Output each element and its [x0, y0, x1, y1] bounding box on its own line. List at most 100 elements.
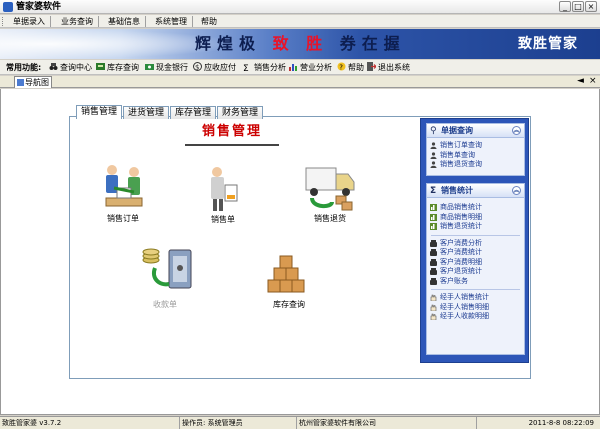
toolbar: 常用功能: 查询中心 库存查询 现金银行 $ 应收应付 Σ 销售分析 营业分析 ? 帮… — [0, 60, 600, 75]
binoculars-icon: ⚲ — [430, 126, 437, 136]
maximize-button[interactable]: □ — [572, 1, 584, 12]
title-underline — [185, 144, 279, 146]
phone-icon — [430, 277, 437, 285]
toolbar-button-label: 退出系统 — [378, 63, 410, 72]
link-sales-return-stats[interactable]: 销售退货统计 — [427, 222, 524, 232]
toolbar-query-center-button[interactable]: 查询中心 — [49, 62, 92, 73]
toolbar-help-button[interactable]: ? 帮助 — [337, 62, 364, 73]
link-sales-order-query[interactable]: 销售订单查询 — [427, 141, 524, 151]
side-panel: ⚲ 单据查询 ︽ 销售订单查询 销售单查询 销售退货查询 Σ 销售统计 ︽ 商品… — [420, 118, 529, 363]
sales-return-button[interactable]: 销售退货 — [300, 162, 360, 224]
cash-icon — [145, 62, 154, 71]
window-title: 管家婆软件 — [16, 2, 62, 12]
sales-order-button[interactable]: 销售订单 — [93, 160, 153, 224]
link-sales-return-query[interactable]: 销售退货查询 — [427, 160, 524, 170]
link-customer-return-stats[interactable]: 客户退货统计 — [427, 267, 524, 277]
chart-icon — [430, 204, 437, 211]
app-icon — [3, 2, 13, 12]
link-handler-sales-stats[interactable]: 经手人销售统计 — [427, 293, 524, 303]
sales-order-icon — [105, 165, 143, 207]
hand-icon — [430, 304, 437, 311]
collapse-icon[interactable]: ︽ — [512, 186, 521, 195]
sigma-icon: Σ — [430, 186, 437, 196]
side-link-label: 客户退货统计 — [440, 267, 482, 275]
phone-icon — [430, 268, 437, 275]
document-query-header[interactable]: ⚲ 单据查询 ︽ — [427, 124, 524, 138]
link-product-sales-detail[interactable]: 商品销售明细 — [427, 213, 524, 223]
banner-slogan: 辉煌极 致 胜 券在握 — [195, 34, 406, 54]
sales-statistics-title: 销售统计 — [441, 186, 473, 195]
status-operator: 操作员: 系统管理员 — [180, 417, 297, 429]
side-link-label: 客户消费统计 — [440, 248, 482, 256]
tab-finance-management[interactable]: 财务管理 — [217, 106, 264, 119]
side-link-label: 销售订单查询 — [440, 141, 482, 149]
stock-query-label: 库存查询 — [273, 300, 305, 309]
divider — [431, 234, 520, 236]
sales-order-label: 销售订单 — [107, 214, 139, 223]
title-bar: 管家婆软件 _ □ × — [0, 0, 600, 14]
menu-help[interactable]: 帮助 — [196, 16, 222, 27]
tab-back-button[interactable]: ◄ — [577, 76, 584, 87]
status-datetime: 2011-8-8 08:22:09 — [528, 419, 594, 427]
minimize-button[interactable]: _ — [559, 1, 571, 12]
slogan-part-3: 券在握 — [339, 34, 406, 53]
toolbar-button-label: 查询中心 — [60, 63, 92, 72]
status-company: 杭州管家婆软件有限公司 — [297, 417, 477, 429]
hand-icon — [430, 294, 437, 301]
toolbar-sales-analysis-button[interactable]: Σ 销售分析 — [243, 62, 286, 74]
menu-document-entry[interactable]: 单据录入 — [8, 16, 51, 27]
receipt-button[interactable]: 收款单 — [133, 246, 197, 310]
toolbar-exit-button[interactable]: 退出系统 — [367, 62, 410, 73]
toolbar-cash-bank-button[interactable]: 现金银行 — [145, 62, 188, 73]
toolbar-button-label: 库存查询 — [107, 63, 139, 72]
tab-navigation-map[interactable]: 导航图 — [14, 76, 52, 88]
panel-title: 销售管理 — [201, 124, 262, 139]
slogan-part-1: 辉煌极 — [195, 34, 262, 53]
link-handler-receipt-detail[interactable]: 经手人收款明细 — [427, 312, 524, 322]
link-customer-account[interactable]: 客户账务 — [427, 277, 524, 287]
sales-slip-label: 销售单 — [211, 215, 235, 224]
document-tab-strip: 导航图 ◄ × — [0, 76, 600, 88]
link-sales-slip-query[interactable]: 销售单查询 — [427, 151, 524, 161]
toolbar-stock-query-button[interactable]: 库存查询 — [96, 62, 139, 73]
collapse-icon[interactable]: ︽ — [512, 126, 521, 135]
menu-system-admin[interactable]: 系统管理 — [150, 16, 193, 27]
stock-query-button[interactable]: 库存查询 — [259, 246, 319, 310]
link-customer-consumption-analysis[interactable]: 客户消费分析 — [427, 239, 524, 249]
menu-grip — [2, 17, 5, 26]
sales-statistics-group: Σ 销售统计 ︽ 商品销售统计 商品销售明细 销售退货统计 客户消费分析 客户消… — [426, 183, 525, 355]
document-query-group: ⚲ 单据查询 ︽ 销售订单查询 销售单查询 销售退货查询 — [426, 123, 525, 176]
side-link-label: 经手人收款明细 — [440, 312, 489, 320]
sales-statistics-header[interactable]: Σ 销售统计 ︽ — [427, 184, 524, 198]
link-customer-consumption-stats[interactable]: 客户消费统计 — [427, 248, 524, 258]
svg-text:$: $ — [195, 64, 199, 72]
sales-slip-button[interactable]: 销售单 — [198, 165, 248, 225]
sales-slip-icon — [211, 167, 238, 211]
toolbar-receivable-payable-button[interactable]: $ 应收应付 — [193, 62, 236, 73]
tab-close-button[interactable]: × — [589, 76, 597, 87]
link-product-sales-stats[interactable]: 商品销售统计 — [427, 203, 524, 213]
chart-icon — [430, 223, 437, 230]
side-link-label: 商品销售明细 — [440, 212, 482, 221]
toolbar-button-label: 现金银行 — [156, 63, 188, 72]
tab-purchase-management[interactable]: 进货管理 — [123, 106, 170, 119]
link-customer-consumption-detail[interactable]: 客户消费明细 — [427, 258, 524, 268]
side-link-label: 经手人销售统计 — [440, 293, 489, 301]
tab-inventory-management[interactable]: 库存管理 — [170, 106, 217, 119]
menu-business-query[interactable]: 业务查询 — [56, 16, 99, 27]
person-icon — [430, 161, 437, 168]
sales-return-label: 销售退货 — [314, 214, 346, 223]
receipt-icon — [142, 248, 192, 289]
tab-label: 导航图 — [25, 78, 49, 87]
toolbar-business-analysis-button[interactable]: 营业分析 — [289, 62, 332, 73]
side-link-label: 商品销售统计 — [440, 203, 482, 211]
navigation-icon — [17, 79, 24, 86]
menu-basic-info[interactable]: 基础信息 — [103, 16, 146, 27]
phone-icon — [430, 239, 437, 247]
toolbar-button-label: 销售分析 — [254, 63, 286, 72]
link-handler-sales-detail[interactable]: 经手人销售明细 — [427, 303, 524, 313]
tab-sales-management[interactable]: 销售管理 — [76, 105, 123, 119]
document-query-title: 单据查询 — [441, 126, 473, 135]
close-button[interactable]: × — [585, 1, 597, 12]
toolbar-button-label: 营业分析 — [300, 63, 332, 72]
